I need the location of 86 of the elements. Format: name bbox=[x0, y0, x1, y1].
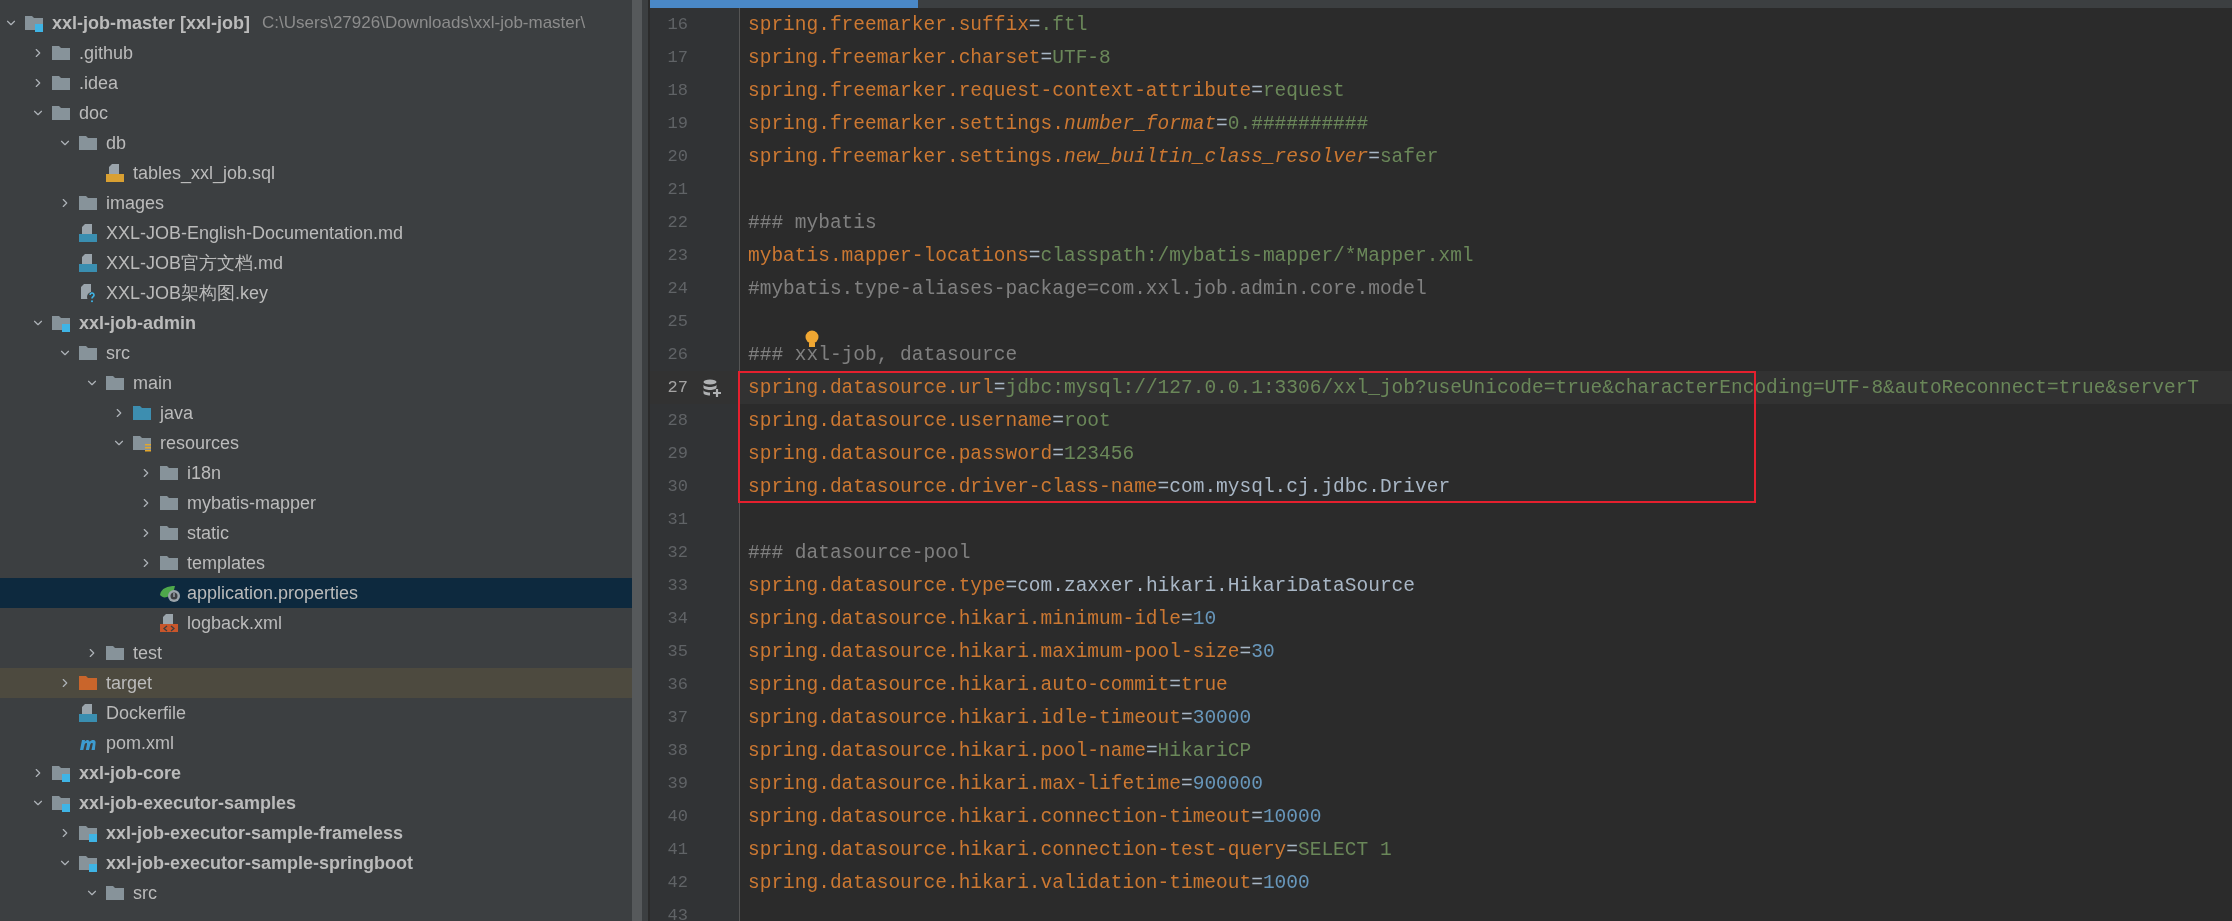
tree-item[interactable]: src bbox=[0, 878, 632, 908]
project-path: C:\Users\27926\Downloads\xxl-job-master\ bbox=[262, 12, 586, 35]
folder-icon bbox=[51, 74, 71, 92]
code-line: spring.datasource.hikari.minimum-idle=10 bbox=[748, 608, 1217, 629]
tree-item[interactable]: doc bbox=[0, 98, 632, 128]
tree-item[interactable]: application.properties bbox=[0, 578, 632, 608]
code-line: ### datasource-pool bbox=[748, 542, 971, 563]
code-line: #mybatis.type-aliases-package=com.xxl.job.admin.core.model bbox=[748, 278, 1427, 299]
tree-item[interactable]: .idea bbox=[0, 68, 632, 98]
unknown-file-icon bbox=[78, 283, 98, 303]
tree-item[interactable]: tables_xxl_job.sql bbox=[0, 158, 632, 188]
tree-item[interactable]: resources bbox=[0, 428, 632, 458]
folder-icon bbox=[105, 644, 125, 662]
tree-item[interactable]: static bbox=[0, 518, 632, 548]
resources-folder-icon bbox=[132, 434, 152, 452]
folder-icon bbox=[78, 344, 98, 362]
tree-item[interactable]: XXL-JOB-English-Documentation.md bbox=[0, 218, 632, 248]
code-line: spring.datasource.hikari.auto-commit=true bbox=[748, 674, 1228, 695]
sql-file-icon bbox=[105, 163, 125, 183]
folder-icon bbox=[105, 374, 125, 392]
code-line: spring.datasource.hikari.pool-name=HikariCP bbox=[748, 740, 1252, 761]
folder-icon bbox=[132, 404, 152, 422]
tree-item[interactable]: i18n bbox=[0, 458, 632, 488]
tree-item[interactable]: xxl-job-core bbox=[0, 758, 632, 788]
module-folder-icon bbox=[51, 794, 71, 812]
code-line: mybatis.mapper-locations=classpath:/mybatis-mapper/*Mapper.xml bbox=[748, 245, 1474, 266]
code-line: spring.datasource.hikari.validation-timeout=1000 bbox=[748, 872, 1310, 893]
tree-item[interactable]: xxl-job-executor-sample-springboot bbox=[0, 848, 632, 878]
tree-item[interactable]: xxl-job-executor-sample-frameless bbox=[0, 818, 632, 848]
module-folder-icon bbox=[78, 824, 98, 842]
tree-item[interactable]: logback.xml bbox=[0, 608, 632, 638]
module-folder-icon bbox=[78, 854, 98, 872]
tree-item[interactable]: xxl-job-master [xxl-job] C:\Users\27926\Downloads\xxl-job-master\ bbox=[0, 8, 632, 38]
tree-item[interactable]: .github bbox=[0, 38, 632, 68]
folder-icon bbox=[159, 464, 179, 482]
markdown-file-icon bbox=[78, 253, 98, 273]
code-line: spring.datasource.type=com.zaxxer.hikari.HikariDataSource bbox=[748, 575, 1416, 596]
leaf-gear-icon bbox=[159, 583, 181, 603]
module-folder-icon bbox=[51, 764, 71, 782]
code-line: spring.datasource.hikari.connection-test-query=SELECT 1 bbox=[748, 839, 1392, 860]
tree-item[interactable]: test bbox=[0, 638, 632, 668]
tree-item[interactable]: images bbox=[0, 188, 632, 218]
tree-item[interactable]: target bbox=[0, 668, 632, 698]
code-line: spring.datasource.hikari.connection-timeout=10000 bbox=[748, 806, 1322, 827]
tree-item[interactable]: xxl-job-executor-samples bbox=[0, 788, 632, 818]
line-number: 27 bbox=[666, 376, 688, 399]
code-line: spring.freemarker.charset=UTF-8 bbox=[748, 47, 1111, 68]
code-line: spring.freemarker.settings.number_format=0.########## bbox=[748, 113, 1369, 134]
code-line: spring.freemarker.suffix=.ftl bbox=[748, 14, 1088, 35]
folder-icon bbox=[78, 134, 98, 152]
folder-icon bbox=[159, 554, 179, 572]
tree-item[interactable]: main bbox=[0, 368, 632, 398]
module-folder-icon bbox=[24, 14, 44, 32]
code-line: spring.datasource.hikari.max-lifetime=900000 bbox=[748, 773, 1263, 794]
folder-icon bbox=[159, 524, 179, 542]
code-line: spring.freemarker.request-context-attribute=request bbox=[748, 80, 1345, 101]
folder-icon bbox=[51, 104, 71, 122]
tree-item[interactable]: db bbox=[0, 128, 632, 158]
markdown-file-icon bbox=[78, 223, 98, 243]
code-line: spring.freemarker.settings.new_builtin_class_resolver=safer bbox=[748, 146, 1439, 167]
folder-icon bbox=[78, 194, 98, 212]
code-line: ### mybatis bbox=[748, 212, 877, 233]
code-line: spring.datasource.password=123456 bbox=[748, 443, 1135, 464]
tree-item[interactable]: mybatis-mapper bbox=[0, 488, 632, 518]
tree-item[interactable]: src bbox=[0, 338, 632, 368]
code-line: spring.datasource.driver-class-name=com.mysql.cj.jdbc.Driver bbox=[748, 476, 1451, 497]
database-plus-icon[interactable] bbox=[702, 377, 722, 398]
tree-item[interactable]: XXL-JOB官方文档.md bbox=[0, 248, 632, 278]
tree-item[interactable]: Dockerfile bbox=[0, 698, 632, 728]
docker-file-icon bbox=[78, 703, 98, 723]
xml-file-icon bbox=[159, 613, 179, 633]
module-folder-icon bbox=[51, 314, 71, 332]
code-line: spring.datasource.hikari.idle-timeout=30000 bbox=[748, 707, 1252, 728]
code-line: spring.datasource.hikari.maximum-pool-size=30 bbox=[748, 641, 1275, 662]
folder-icon bbox=[105, 884, 125, 902]
scrollbar[interactable] bbox=[632, 0, 642, 921]
folder-icon bbox=[159, 494, 179, 512]
tree-item[interactable]: pom.xml bbox=[0, 728, 632, 758]
tree-item[interactable]: xxl-job-admin bbox=[0, 308, 632, 338]
code-line: spring.datasource.username=root bbox=[748, 410, 1111, 431]
tree-item[interactable]: templates bbox=[0, 548, 632, 578]
folder-icon bbox=[51, 44, 71, 62]
code-line: ### xxl-job, datasource bbox=[748, 344, 1018, 365]
folder-icon bbox=[78, 674, 98, 692]
tree-item[interactable]: java bbox=[0, 398, 632, 428]
tree-item[interactable]: XXL-JOB架构图.key bbox=[0, 278, 632, 308]
